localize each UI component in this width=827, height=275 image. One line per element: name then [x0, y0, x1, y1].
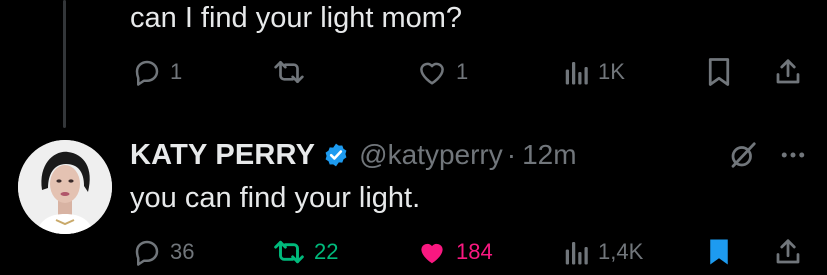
like-count: 184 — [456, 239, 493, 264]
meta-separator: · — [506, 139, 517, 170]
parent-bookmark-button[interactable] — [705, 52, 733, 92]
like-icon — [420, 62, 444, 85]
reply-reply-button[interactable]: 36 — [132, 232, 194, 272]
reply-tweet-header: KATY PERRY @katyperry · 12m — [130, 134, 577, 176]
verified-badge — [323, 142, 349, 168]
views-icon — [565, 242, 588, 265]
retweet-icon — [274, 240, 304, 264]
parent-views-button[interactable]: 1K — [564, 52, 625, 92]
bookmark-icon — [710, 239, 728, 265]
parent-tweet-actions: 1 1 1K — [0, 52, 827, 92]
view-count: 1,4K — [598, 239, 644, 264]
grok-icon — [731, 142, 756, 168]
parent-reply-count: 1 — [170, 59, 183, 84]
reply-icon — [135, 240, 159, 266]
parent-view-count: 1K — [598, 59, 625, 84]
author-display-name[interactable]: KATY PERRY — [130, 139, 315, 172]
retweet-count: 22 — [314, 239, 339, 264]
reply-share-button[interactable] — [773, 232, 803, 272]
verified-badge-icon — [325, 143, 347, 167]
more-icon — [781, 152, 805, 158]
share-icon — [776, 59, 800, 84]
bookmark-icon — [708, 58, 730, 86]
reply-views-button[interactable]: 1,4K — [564, 232, 643, 272]
reply-bookmark-button[interactable] — [705, 232, 733, 272]
avatar-image — [18, 140, 112, 234]
parent-share-button[interactable] — [773, 52, 803, 92]
grok-button[interactable] — [728, 140, 758, 175]
reply-tweet-text: you can find your light. — [130, 182, 421, 214]
parent-reply-button[interactable]: 1 — [132, 52, 182, 92]
parent-tweet-text: can I find your light mom? — [130, 2, 463, 34]
more-options-button[interactable] — [778, 140, 808, 175]
like-icon — [421, 243, 443, 264]
parent-like-button[interactable]: 1 — [416, 52, 468, 92]
tweet-timestamp[interactable]: 12m — [522, 139, 576, 171]
parent-retweet-button[interactable] — [272, 52, 306, 92]
views-icon — [565, 62, 588, 85]
avatar[interactable] — [18, 140, 112, 234]
reply-icon — [135, 60, 159, 86]
author-handle[interactable]: @katyperry — [359, 139, 503, 171]
reply-tweet-actions: 36 22 184 1,4K — [0, 232, 827, 272]
retweet-icon — [274, 60, 304, 84]
parent-like-count: 1 — [456, 59, 469, 84]
reply-like-button[interactable]: 184 — [416, 232, 493, 272]
reply-count: 36 — [170, 239, 195, 264]
reply-retweet-button[interactable]: 22 — [272, 232, 338, 272]
share-icon — [776, 239, 800, 264]
